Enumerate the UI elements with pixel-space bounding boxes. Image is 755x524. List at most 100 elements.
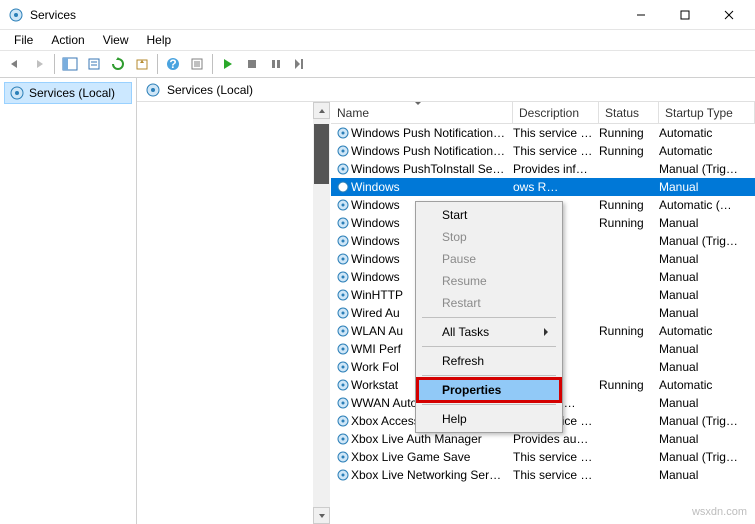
export-button[interactable] [131,53,153,75]
gear-icon [331,161,351,177]
context-separator [422,346,556,347]
forward-button[interactable] [28,53,50,75]
pane-title: Services (Local) [167,83,253,97]
menu-help[interactable]: Help [139,31,180,49]
gear-icon [331,143,351,159]
gear-icon [331,251,351,267]
cell-startup: Manual (Trig… [659,450,755,464]
toolbar-separator [212,54,213,74]
cell-startup: Manual [659,180,755,194]
submenu-arrow-icon [544,328,552,336]
col-startup[interactable]: Startup Type [659,102,755,123]
menu-file[interactable]: File [6,31,41,49]
titlebar: Services [0,0,755,30]
tree-pane: Services (Local) [0,78,137,524]
cell-description: Provides inf… [513,162,599,176]
toolbar: ? [0,50,755,78]
context-start[interactable]: Start [418,204,560,226]
scroll-down-button[interactable] [313,507,330,524]
main-area: Services (Local) Services (Local) Name D… [0,78,755,524]
back-button[interactable] [4,53,26,75]
context-separator [422,317,556,318]
cell-status: Running [599,198,659,212]
cell-status: Running [599,144,659,158]
watermark: wsxdn.com [692,506,747,518]
gear-icon [331,125,351,141]
pane-header: Services (Local) [137,78,755,102]
cell-startup: Manual [659,252,755,266]
help-button[interactable]: ? [162,53,184,75]
cell-startup: Manual [659,432,755,446]
stop-service-button[interactable] [241,53,263,75]
service-row[interactable]: Xbox Live Game SaveThis service … Manual … [331,448,755,466]
restart-service-button[interactable] [289,53,311,75]
cell-description: This service … [513,450,599,464]
cell-description: This service … [513,126,599,140]
gear-icon [331,215,351,231]
cell-description: This service … [513,144,599,158]
cell-startup: Automatic [659,324,755,338]
gear-icon [331,341,351,357]
gear-icon [331,413,351,429]
context-separator [422,404,556,405]
cell-description: Provides au… [513,432,599,446]
toolbar-separator [54,54,55,74]
cell-name: Xbox Live Game Save [351,450,513,464]
maximize-button[interactable] [663,1,707,29]
gear-icon [331,323,351,339]
cell-startup: Automatic (… [659,198,755,212]
export-list-button[interactable] [83,53,105,75]
cell-startup: Manual [659,396,755,410]
menu-action[interactable]: Action [43,31,92,49]
service-row[interactable]: Xbox Live Networking ServiceThis service… [331,466,755,484]
service-row[interactable]: Windows PushToInstall Serv…Provides inf…… [331,160,755,178]
context-menu: StartStopPauseResumeRestartAll TasksRefr… [415,201,563,433]
col-status[interactable]: Status [599,102,659,123]
cell-status: Running [599,378,659,392]
cell-status: Running [599,216,659,230]
scroll-thumb[interactable] [314,124,329,184]
scrollbar-v-left[interactable] [313,102,330,524]
context-pause: Pause [418,248,560,270]
gear-icon [331,377,351,393]
cell-startup: Manual [659,306,755,320]
scroll-track[interactable] [313,119,330,507]
context-properties[interactable]: Properties [418,379,560,401]
cell-startup: Manual [659,468,755,482]
gear-icon [331,395,351,411]
cell-description: This service … [513,468,599,482]
scroll-up-button[interactable] [313,102,330,119]
context-restart: Restart [418,292,560,314]
description-area [137,102,313,524]
gear-icon [331,179,351,195]
properties-toolbar-button[interactable] [186,53,208,75]
context-all-tasks[interactable]: All Tasks [418,321,560,343]
window-title: Services [30,8,619,22]
gear-icon [331,431,351,447]
service-row[interactable]: Windows Push Notification…This service …… [331,142,755,160]
menu-view[interactable]: View [95,31,137,49]
tree-root-label: Services (Local) [29,86,115,100]
menubar: FileActionViewHelp [0,30,755,50]
pause-service-button[interactable] [265,53,287,75]
service-row[interactable]: Windowsows R… Manual [331,178,755,196]
cell-startup: Automatic [659,378,755,392]
cell-description: ows R… [513,180,599,194]
cell-name: Windows [351,180,513,194]
close-button[interactable] [707,1,751,29]
context-refresh[interactable]: Refresh [418,350,560,372]
cell-status: Running [599,324,659,338]
refresh-button[interactable] [107,53,129,75]
cell-startup: Manual [659,270,755,284]
tree-root-node[interactable]: Services (Local) [4,82,132,104]
col-name[interactable]: Name [331,102,513,123]
cell-status: Running [599,126,659,140]
cell-name: Windows PushToInstall Serv… [351,162,513,176]
context-help[interactable]: Help [418,408,560,430]
minimize-button[interactable] [619,1,663,29]
service-row[interactable]: Windows Push Notification…This service …… [331,124,755,142]
col-description[interactable]: Description [513,102,599,123]
show-hide-tree-button[interactable] [59,53,81,75]
start-service-button[interactable] [217,53,239,75]
cell-startup: Automatic [659,144,755,158]
